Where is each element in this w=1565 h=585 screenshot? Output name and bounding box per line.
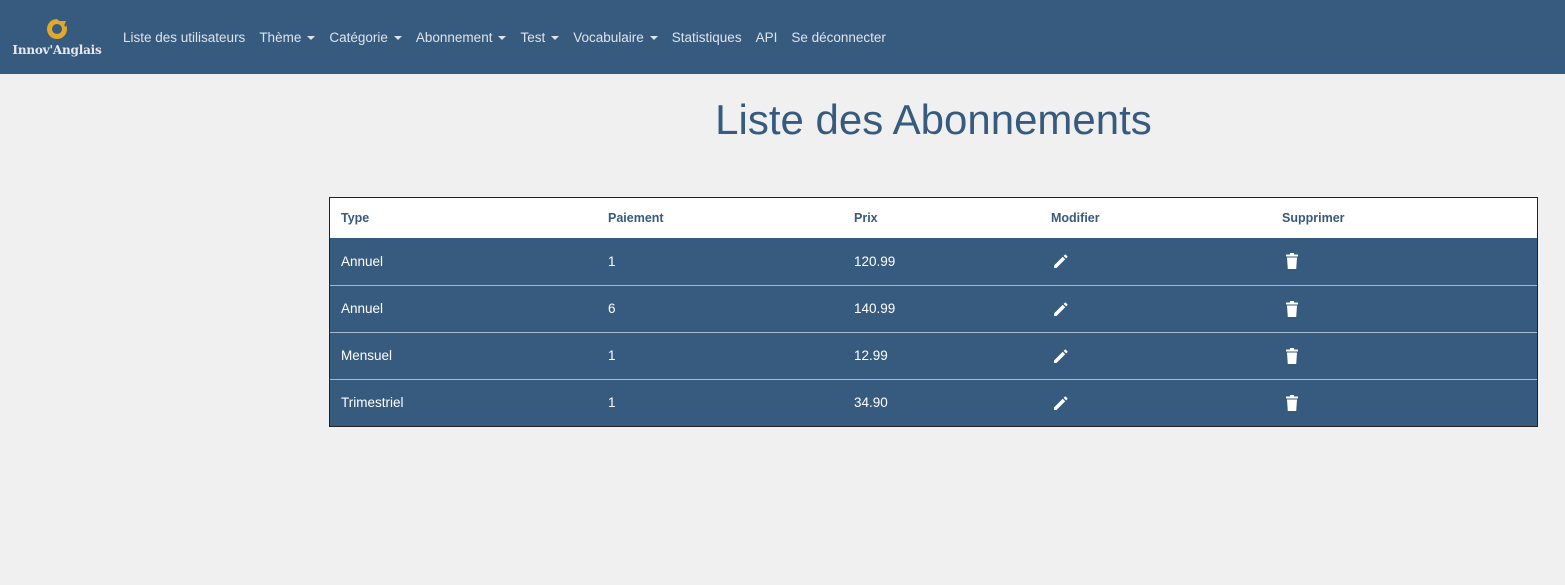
- cell-supprimer: [1271, 332, 1537, 379]
- table-row: Trimestriel 1 34.90: [330, 379, 1537, 426]
- top-navbar: Innov'Anglais Liste des utilisateurs Thèm…: [0, 0, 1565, 74]
- nav-item-label: Catégorie: [329, 29, 388, 45]
- cell-type: Mensuel: [341, 348, 393, 363]
- cell-modifier: [1040, 238, 1271, 285]
- nav-item-label: API: [755, 29, 778, 45]
- nav-item-theme[interactable]: Thème: [259, 29, 316, 45]
- cell-paiement: 1: [608, 348, 616, 363]
- cell-supprimer: [1271, 379, 1537, 426]
- column-header-supprimer: Supprimer: [1282, 211, 1345, 225]
- nav-item-se-deconnecter[interactable]: Se déconnecter: [791, 30, 886, 45]
- cell-prix: 140.99: [854, 301, 896, 316]
- cell-modifier: [1040, 285, 1271, 332]
- cell-type: Annuel: [341, 301, 384, 316]
- table-header-row: Type Paiement Prix Modifier Supprimer: [330, 198, 1537, 238]
- nav-item-vocabulaire[interactable]: Vocabulaire: [573, 30, 658, 45]
- cell-paiement: 1: [608, 253, 616, 269]
- nav-item-statistiques[interactable]: Statistiques: [672, 30, 742, 45]
- nav-item-label: Test: [520, 29, 546, 45]
- brand-name: Innov'Anglais: [12, 43, 102, 57]
- caret-down-icon: [498, 35, 507, 40]
- subscriptions-table: Type Paiement Prix Modifier Supprimer An…: [330, 198, 1537, 426]
- table-row: Annuel 6 140.99: [330, 285, 1537, 332]
- page-title: Liste des Abonnements: [715, 96, 1152, 143]
- edit-pencil-icon[interactable]: [1051, 299, 1071, 319]
- cell-paiement: 6: [608, 301, 616, 316]
- cell-prix: 34.90: [854, 395, 888, 411]
- nav-item-label: Se déconnecter: [791, 29, 886, 45]
- caret-down-icon: [393, 35, 402, 40]
- cell-type: Annuel: [341, 253, 384, 269]
- edit-pencil-icon[interactable]: [1051, 251, 1071, 271]
- cell-paiement: 1: [608, 395, 616, 411]
- cell-supprimer: [1271, 238, 1537, 285]
- cell-prix: 12.99: [854, 348, 888, 363]
- cell-modifier: [1040, 379, 1271, 426]
- table-row: Annuel 1 120.99: [330, 238, 1537, 285]
- column-header-type: Type: [341, 211, 370, 225]
- nav-item-abonnement[interactable]: Abonnement: [416, 30, 507, 45]
- edit-pencil-icon[interactable]: [1051, 393, 1071, 413]
- delete-trash-icon[interactable]: [1282, 393, 1302, 413]
- nav-item-liste-des-utilisateurs[interactable]: Liste des utilisateurs: [123, 30, 245, 45]
- nav-item-label: Statistiques: [671, 29, 742, 45]
- nav-menu: Liste des utilisateurs Thème Catégorie Abon…: [123, 0, 900, 74]
- cell-modifier: [1040, 332, 1271, 379]
- nav-item-api[interactable]: API: [756, 30, 778, 45]
- edit-pencil-icon[interactable]: [1051, 346, 1071, 366]
- column-header-modifier: Modifier: [1051, 211, 1100, 225]
- brand-logo-link[interactable]: Innov'Anglais: [0, 0, 112, 74]
- nav-item-label: Liste des utilisateurs: [123, 29, 246, 45]
- subscriptions-table-container: Type Paiement Prix Modifier Supprimer An…: [329, 197, 1538, 427]
- delete-trash-icon[interactable]: [1282, 251, 1302, 271]
- nav-item-label: Vocabulaire: [573, 29, 644, 45]
- nav-item-label: Thème: [259, 29, 302, 45]
- cell-prix: 120.99: [854, 253, 896, 269]
- column-header-prix: Prix: [854, 211, 878, 225]
- caret-down-icon: [551, 35, 560, 40]
- cell-supprimer: [1271, 285, 1537, 332]
- delete-trash-icon[interactable]: [1282, 299, 1302, 319]
- nav-item-label: Abonnement: [415, 29, 493, 45]
- caret-down-icon: [649, 35, 658, 40]
- delete-trash-icon[interactable]: [1282, 346, 1302, 366]
- brand-logo-icon: [47, 19, 67, 39]
- cell-type: Trimestriel: [341, 395, 404, 411]
- nav-item-categorie[interactable]: Catégorie: [329, 30, 402, 45]
- column-header-paiement: Paiement: [608, 211, 664, 225]
- table-header: Type Paiement Prix Modifier Supprimer: [330, 198, 1537, 238]
- table-body: Annuel 1 120.99 Annuel 6 140.99 Mensuel 1 12.99 T…: [330, 238, 1537, 426]
- table-row: Mensuel 1 12.99: [330, 332, 1537, 379]
- nav-item-test[interactable]: Test: [520, 29, 560, 45]
- caret-down-icon: [307, 35, 316, 40]
